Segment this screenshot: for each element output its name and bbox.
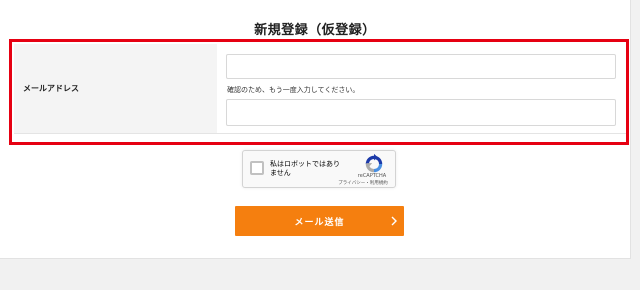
recaptcha-brand: reCAPTCHA xyxy=(357,173,387,179)
page-title: 新規登録（仮登録） xyxy=(254,23,376,38)
chevron-right-icon xyxy=(391,216,397,226)
send-email-button[interactable]: メール送信 xyxy=(235,206,404,236)
recaptcha-widget: 私はロボットではありません reCAPTCHA プライバシー・利用規約 xyxy=(242,150,396,188)
confirm-hint: 確認のため、もう一度入力してください。 xyxy=(227,86,360,94)
recaptcha-checkbox[interactable] xyxy=(250,161,264,175)
email-form-row: メールアドレス 確認のため、もう一度入力してください。 xyxy=(14,44,626,134)
email-label: メールアドレス xyxy=(23,84,79,93)
send-email-label: メール送信 xyxy=(294,218,345,228)
registration-card: 新規登録（仮登録） メールアドレス 確認のため、もう一度入力してください。 私は… xyxy=(0,0,631,259)
email-input[interactable] xyxy=(226,54,616,79)
email-label-cell: メールアドレス xyxy=(14,44,217,133)
recaptcha-logo-icon xyxy=(365,153,383,173)
email-confirm-input[interactable] xyxy=(226,99,616,126)
recaptcha-links[interactable]: プライバシー・利用規約 xyxy=(329,180,397,186)
recaptcha-label: 私はロボットではありません xyxy=(270,160,340,177)
